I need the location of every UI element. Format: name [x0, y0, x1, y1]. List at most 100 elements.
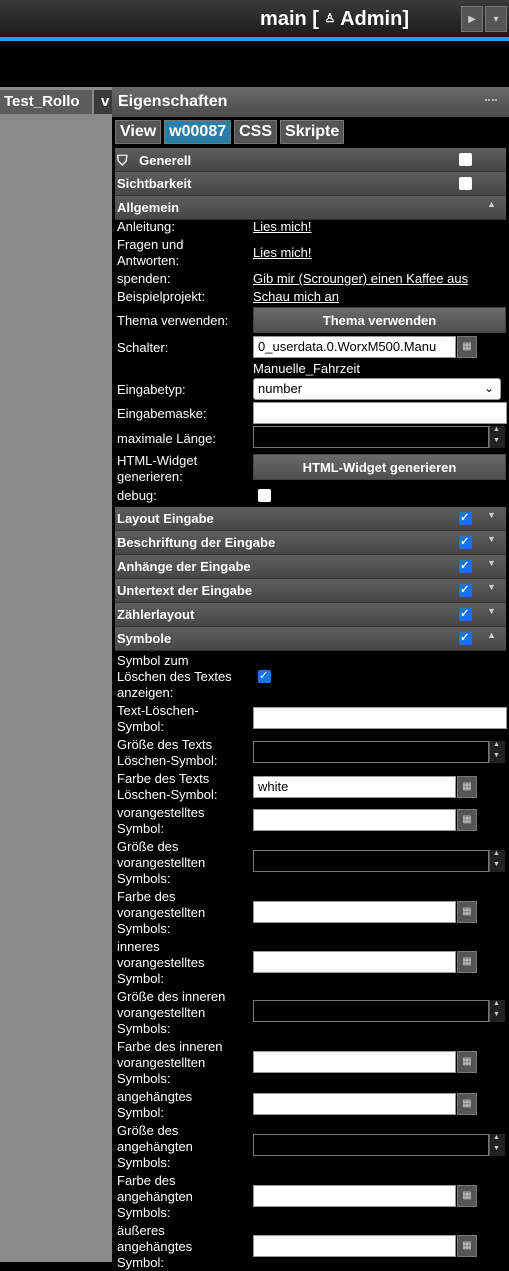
eingabetyp-select[interactable]: number ⌄: [253, 378, 501, 400]
link-fragen[interactable]: Lies mich!: [253, 245, 312, 260]
append-size-stepper[interactable]: [489, 1134, 505, 1156]
tab-skripte[interactable]: Skripte: [280, 120, 345, 144]
section-checkbox[interactable]: [459, 607, 472, 621]
label-fragen: Fragen und Antworten:: [117, 237, 184, 268]
user-icon: ♙: [324, 11, 336, 25]
section-checkbox[interactable]: [459, 177, 472, 190]
prepend-size-stepper[interactable]: [489, 850, 505, 872]
section-untertext[interactable]: Untertext der Eingabe▼: [115, 579, 506, 603]
section-zaehlerlayout[interactable]: Zählerlayout▼: [115, 603, 506, 627]
section-checkbox[interactable]: [459, 631, 472, 645]
section-label: Allgemein: [117, 200, 180, 215]
link-anleitung[interactable]: Lies mich!: [253, 219, 312, 234]
label-inner-prepend-size: Größe des inneren vorangestellten Symbols:: [117, 989, 226, 1036]
label-text-clear-symbol: Text-Löschen- Symbol:: [117, 703, 199, 734]
color-picker-icon[interactable]: ▦: [457, 776, 477, 798]
grip-icon[interactable]: [485, 99, 497, 104]
inner-prepend-size-input[interactable]: [253, 1000, 489, 1022]
maxlen-input[interactable]: [253, 426, 489, 448]
icon-picker-icon[interactable]: ▦: [457, 1235, 477, 1257]
label-append-size: Größe des angehängten Symbols:: [117, 1123, 193, 1170]
prepend-symbol-input[interactable]: [253, 809, 456, 831]
section-label: Generell: [139, 153, 192, 168]
tab-widget[interactable]: w00087: [164, 120, 232, 144]
section-symbole[interactable]: Symbole▲: [115, 627, 506, 651]
section-anhaenge[interactable]: Anhänge der Eingabe▼: [115, 555, 506, 579]
icon-picker-icon[interactable]: ▦: [457, 951, 477, 973]
eingabemaske-input[interactable]: [253, 402, 507, 424]
color-picker-icon[interactable]: ▦: [457, 1051, 477, 1073]
section-generell[interactable]: ⛉ Generell: [115, 148, 506, 172]
link-spenden[interactable]: Gib mir (Scrounger) einen Kaffee aus: [253, 271, 468, 286]
play-button[interactable]: ▶: [461, 6, 483, 32]
tab-v[interactable]: v: [94, 90, 112, 114]
filter-icon[interactable]: ⛉: [117, 152, 128, 168]
append-symbol-input[interactable]: [253, 1093, 456, 1115]
section-label: Sichtbarkeit: [117, 176, 192, 191]
prepend-size-input[interactable]: [253, 850, 489, 872]
clear-color-input[interactable]: white: [253, 776, 456, 798]
chevron-down-icon: ⌄: [483, 381, 494, 395]
label-outer-append-symbol: äußeres angehängtes Symbol:: [117, 1223, 193, 1270]
inner-prepend-size-stepper[interactable]: [489, 1000, 505, 1022]
text-clear-symbol-input[interactable]: [253, 707, 507, 729]
label-eingabetyp: Eingabetyp:: [117, 382, 186, 397]
clear-symbol-checkbox[interactable]: [258, 669, 271, 683]
panel-title-text: Eigenschaften: [118, 93, 228, 110]
toolbar-area: [0, 41, 509, 87]
chevron-down-icon[interactable]: ▼: [487, 558, 496, 568]
panel-tabs: View w00087 CSS Skripte: [112, 117, 509, 145]
section-beschriftung[interactable]: Beschriftung der Eingabe▼: [115, 531, 506, 555]
label-beispiel: Beispielprojekt:: [117, 289, 206, 304]
html-widget-button[interactable]: HTML-Widget generieren: [253, 454, 506, 480]
icon-picker-icon[interactable]: ▦: [457, 809, 477, 831]
label-thema: Thema verwenden:: [117, 313, 229, 328]
label-clear-color: Farbe des Texts Löschen-Symbol:: [117, 771, 218, 802]
label-inner-prepend-symbol: inneres vorangestelltes Symbol:: [117, 939, 205, 986]
clear-size-stepper[interactable]: [489, 741, 505, 763]
color-picker-icon[interactable]: ▦: [457, 901, 477, 923]
object-picker-icon[interactable]: ▦: [457, 336, 477, 358]
icon-picker-icon[interactable]: ▦: [457, 1093, 477, 1115]
append-size-input[interactable]: [253, 1134, 489, 1156]
chevron-down-icon[interactable]: ▼: [487, 606, 496, 616]
maxlen-stepper[interactable]: [489, 426, 505, 448]
section-checkbox[interactable]: [459, 559, 472, 573]
label-html-widget: HTML-Widget generieren:: [117, 453, 198, 484]
section-allgemein[interactable]: Allgemein ▲: [115, 196, 506, 220]
section-checkbox[interactable]: [459, 511, 472, 525]
label-eingabemaske: Eingabemaske:: [117, 406, 207, 421]
chevron-down-icon[interactable]: ▼: [487, 582, 496, 592]
inner-prepend-symbol-input[interactable]: [253, 951, 456, 973]
thema-button[interactable]: Thema verwenden: [253, 307, 506, 333]
label-spenden: spenden:: [117, 271, 171, 286]
tab-view[interactable]: View: [115, 120, 162, 144]
tab-test-rollo[interactable]: Test_Rollo: [0, 90, 92, 114]
collapse-icon[interactable]: ▲: [487, 630, 496, 640]
section-checkbox[interactable]: [459, 535, 472, 549]
section-checkbox[interactable]: [459, 153, 472, 166]
label-inner-prepend-color: Farbe des inneren vorangestellten Symbols:: [117, 1039, 223, 1086]
section-sichtbarkeit[interactable]: Sichtbarkeit: [115, 172, 506, 196]
color-picker-icon[interactable]: ▦: [457, 1185, 477, 1207]
append-color-input[interactable]: [253, 1185, 456, 1207]
label-schalter: Schalter:: [117, 340, 169, 355]
prepend-color-input[interactable]: [253, 901, 456, 923]
panel-title: Eigenschaften: [112, 87, 509, 117]
debug-checkbox[interactable]: [258, 489, 271, 502]
chevron-down-icon[interactable]: ▼: [487, 534, 496, 544]
collapse-icon[interactable]: ▲: [487, 199, 496, 209]
link-beispiel[interactable]: Schau mich an: [253, 289, 339, 304]
section-layout-eingabe[interactable]: Layout Eingabe▼: [115, 507, 506, 531]
clear-size-input[interactable]: [253, 741, 489, 763]
chevron-down-icon[interactable]: ▼: [487, 510, 496, 520]
admin-text: Admin]: [340, 8, 409, 30]
schalter-input[interactable]: 0_userdata.0.WorxM500.Manu: [253, 336, 456, 358]
outer-append-symbol-input[interactable]: [253, 1235, 456, 1257]
inner-prepend-color-input[interactable]: [253, 1051, 456, 1073]
tab-css[interactable]: CSS: [234, 120, 278, 144]
section-checkbox[interactable]: [459, 583, 472, 597]
schalter-subtext: Manuelle_Fahrzeit: [253, 361, 360, 376]
dropdown-button[interactable]: ▾: [485, 6, 507, 32]
top-bar: main [ ♙ Admin] ▶ ▾: [0, 0, 509, 38]
